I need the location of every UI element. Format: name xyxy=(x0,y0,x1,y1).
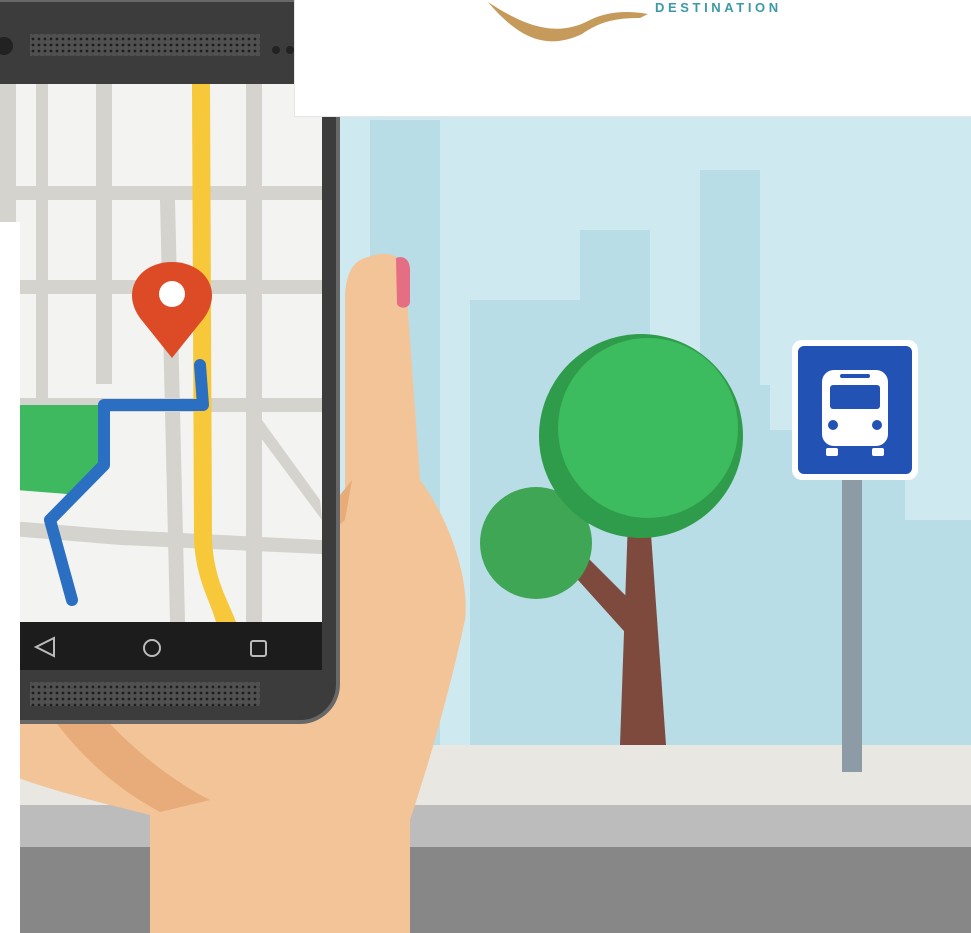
top-speaker-grill xyxy=(30,34,260,56)
phone-screen xyxy=(0,84,322,622)
frame-overlay-left xyxy=(0,222,20,933)
home-icon[interactable] xyxy=(137,632,167,662)
road xyxy=(0,847,971,933)
fingernail xyxy=(396,257,410,308)
logo-card xyxy=(294,0,971,117)
bottom-speaker-grill xyxy=(30,682,260,706)
illustration xyxy=(0,0,971,933)
bus-icon xyxy=(822,370,888,456)
back-icon[interactable] xyxy=(30,632,60,662)
recent-apps-icon[interactable] xyxy=(244,632,274,662)
nav-bar xyxy=(0,622,322,670)
logo-subtitle: DESTINATION xyxy=(655,0,782,15)
